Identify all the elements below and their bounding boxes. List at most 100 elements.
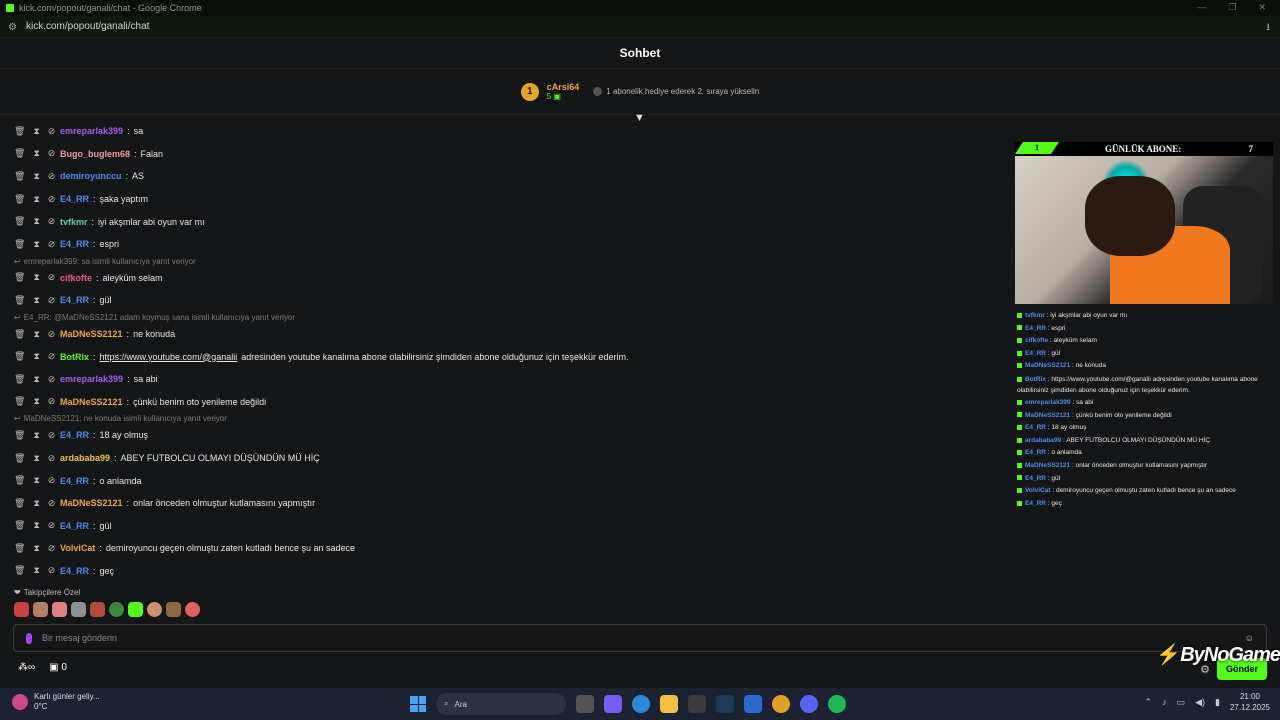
chat-username[interactable]: tvfkmr — [60, 217, 88, 227]
ban-icon[interactable]: ⊘ — [48, 351, 56, 362]
timeout-icon[interactable]: ⧗ — [33, 543, 39, 554]
timeout-icon[interactable]: ⧗ — [33, 194, 39, 205]
mic-icon[interactable] — [26, 632, 32, 644]
ban-icon[interactable]: ⊘ — [48, 430, 56, 441]
emote[interactable] — [14, 602, 29, 617]
ban-icon[interactable]: ⊘ — [48, 295, 56, 306]
delete-icon[interactable]: 🗑 — [14, 351, 25, 362]
ban-icon[interactable]: ⊘ — [48, 194, 56, 205]
ban-icon[interactable]: ⊘ — [48, 329, 56, 340]
ban-icon[interactable]: ⊘ — [48, 126, 56, 137]
delete-icon[interactable]: 🗑 — [14, 171, 25, 182]
chat-username[interactable]: ardababa99 — [60, 453, 110, 463]
start-icon[interactable] — [410, 696, 426, 712]
volume-icon[interactable]: ◀) — [1195, 697, 1205, 708]
delete-icon[interactable]: 🗑 — [14, 543, 25, 554]
leader-username[interactable]: cArsi64 — [547, 82, 580, 92]
delete-icon[interactable]: 🗑 — [14, 374, 25, 385]
delete-icon[interactable]: 🗑 — [14, 126, 25, 137]
mic-tray-icon[interactable]: ♪ — [1162, 697, 1167, 707]
timeout-icon[interactable]: ⧗ — [33, 148, 39, 159]
ban-icon[interactable]: ⊘ — [48, 216, 56, 227]
emote[interactable] — [52, 602, 67, 617]
timeout-icon[interactable]: ⧗ — [33, 329, 39, 340]
chat-username[interactable]: MaDNeSS2121 — [60, 498, 123, 508]
timeout-icon[interactable]: ⧗ — [33, 565, 39, 576]
ban-icon[interactable]: ⊘ — [48, 272, 56, 283]
delete-icon[interactable]: 🗑 — [14, 453, 25, 464]
gift-counter[interactable]: ▣ 0 — [49, 662, 67, 673]
ban-icon[interactable]: ⊘ — [48, 374, 56, 385]
ban-icon[interactable]: ⊘ — [48, 498, 56, 509]
delete-icon[interactable]: 🗑 — [14, 520, 25, 531]
chat-username[interactable]: MaDNeSS2121 — [60, 397, 123, 407]
delete-icon[interactable]: 🗑 — [14, 430, 25, 441]
chat-username[interactable]: E4_RR — [60, 239, 89, 249]
delete-icon[interactable]: 🗑 — [14, 498, 25, 509]
reply-context[interactable]: ↩ emreparlak399: sa isimli kullanıcıya ya… — [14, 256, 1014, 267]
chat-username[interactable]: emreparlak399 — [60, 126, 123, 136]
delete-icon[interactable]: 🗑 — [14, 565, 25, 576]
battery-icon[interactable]: ▮ — [1215, 697, 1220, 708]
emote[interactable] — [147, 602, 162, 617]
monitor-icon[interactable]: ▭ — [1177, 697, 1186, 708]
chat-username[interactable]: E4_RR — [60, 194, 89, 204]
taskbar-search[interactable]: ⌕ Ara — [436, 693, 566, 715]
emote[interactable] — [71, 602, 86, 617]
delete-icon[interactable]: 🗑 — [14, 295, 25, 306]
input-placeholder[interactable]: Bir mesaj gönderin — [42, 633, 117, 643]
site-info-icon[interactable]: ⚙ — [8, 22, 18, 33]
delete-icon[interactable]: 🗑 — [14, 148, 25, 159]
ban-icon[interactable]: ⊘ — [48, 453, 56, 464]
ban-icon[interactable]: ⊘ — [48, 148, 56, 159]
chrome-icon[interactable] — [772, 695, 790, 713]
ban-icon[interactable]: ⊘ — [48, 396, 56, 407]
ban-icon[interactable]: ⊘ — [48, 171, 56, 182]
ban-icon[interactable]: ⊘ — [48, 520, 56, 531]
timeout-icon[interactable]: ⧗ — [33, 351, 39, 362]
chat-username[interactable]: demiroyunccu — [60, 171, 122, 181]
restore-icon[interactable]: ❐ — [1228, 2, 1236, 13]
chat-username[interactable]: MaDNeSS2121 — [60, 329, 123, 339]
url-text[interactable]: kick.com/popout/ganali/chat — [26, 21, 149, 32]
delete-icon[interactable]: 🗑 — [14, 239, 25, 250]
emote[interactable] — [109, 602, 124, 617]
chat-username[interactable]: BotRix — [60, 352, 89, 362]
timeout-icon[interactable]: ⧗ — [33, 374, 39, 385]
steam-icon[interactable] — [716, 695, 734, 713]
timeout-icon[interactable]: ⧗ — [33, 171, 39, 182]
delete-icon[interactable]: 🗑 — [14, 194, 25, 205]
ban-icon[interactable]: ⊘ — [48, 239, 56, 250]
discord-icon[interactable] — [800, 695, 818, 713]
timeout-icon[interactable]: ⧗ — [33, 396, 39, 407]
timeout-icon[interactable]: ⧗ — [33, 295, 39, 306]
delete-icon[interactable]: 🗑 — [14, 475, 25, 486]
chat-username[interactable]: E4_RR — [60, 521, 89, 531]
timeout-icon[interactable]: ⧗ — [33, 453, 39, 464]
mail-icon[interactable] — [744, 695, 762, 713]
emote[interactable] — [128, 602, 143, 617]
emote[interactable] — [33, 602, 48, 617]
timeout-icon[interactable]: ⧗ — [33, 520, 39, 531]
delete-icon[interactable]: 🗑 — [14, 329, 25, 340]
chevron-up-icon[interactable]: ⌃ — [1145, 697, 1153, 708]
ban-icon[interactable]: ⊘ — [48, 475, 56, 486]
timeout-icon[interactable]: ⧗ — [33, 126, 39, 137]
chat-username[interactable]: E4_RR — [60, 430, 89, 440]
chat-username[interactable]: cifkofte — [60, 273, 92, 283]
clock[interactable]: 21:00 27.12.2025 — [1230, 691, 1270, 713]
explorer-icon[interactable] — [660, 695, 678, 713]
chat-username[interactable]: VolviCat — [60, 543, 95, 553]
reply-context[interactable]: ↩ MaDNeSS2121: ne konuda isimli kullanıcı… — [14, 413, 1014, 424]
ban-icon[interactable]: ⊘ — [48, 543, 56, 554]
store-icon[interactable] — [688, 695, 706, 713]
emote[interactable] — [166, 602, 181, 617]
address-bar[interactable]: ⚙ kick.com/popout/ganali/chat ⭳ — [0, 16, 1280, 38]
emote[interactable] — [90, 602, 105, 617]
timeout-icon[interactable]: ⧗ — [33, 430, 39, 441]
chat-username[interactable]: E4_RR — [60, 566, 89, 576]
spotify-icon[interactable] — [828, 695, 846, 713]
timeout-icon[interactable]: ⧗ — [33, 498, 39, 509]
close-icon[interactable]: ✕ — [1258, 2, 1266, 13]
chat-username[interactable]: Bugo_buglem68 — [60, 149, 130, 159]
